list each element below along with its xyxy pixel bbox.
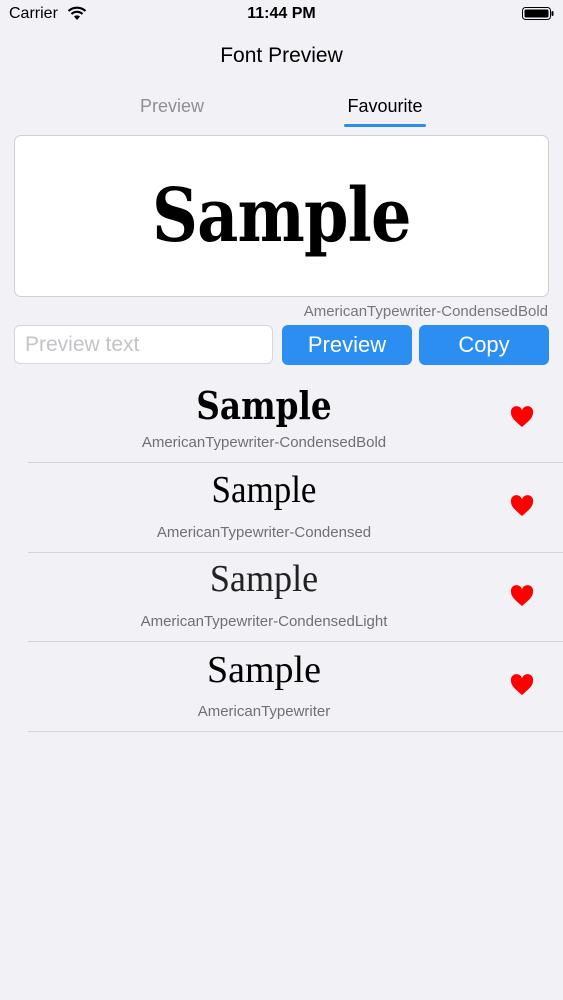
preview-font-name: AmericanTypewriter-CondensedBold	[303, 303, 548, 320]
list-item[interactable]: Sample AmericanTypewriter-Condensed	[28, 463, 563, 553]
list-item[interactable]: Sample AmericanTypewriter-CondensedBold	[28, 373, 563, 463]
battery-icon	[522, 7, 554, 20]
clock: 11:44 PM	[247, 5, 316, 22]
font-name: AmericanTypewriter-CondensedBold	[141, 434, 387, 451]
copy-button[interactable]: Copy	[419, 325, 549, 365]
font-name: AmericanTypewriter	[197, 703, 331, 720]
preview-text-input[interactable]: Preview text	[14, 325, 273, 364]
heart-icon[interactable]	[510, 585, 534, 607]
font-name: AmericanTypewriter-Condensed	[156, 524, 372, 541]
tab-active-indicator	[344, 124, 426, 127]
tab-favourite[interactable]: Favourite	[305, 96, 465, 117]
font-sample: Sample	[196, 383, 332, 428]
list-item[interactable]: Sample AmericanTypewriter	[28, 642, 563, 732]
heart-icon[interactable]	[510, 406, 534, 428]
heart-icon[interactable]	[510, 674, 534, 696]
preview-sample-text: Sample	[152, 173, 411, 259]
page-title: Font Preview	[220, 44, 343, 67]
font-sample: Sample	[209, 558, 319, 600]
font-sample: Sample	[211, 469, 317, 511]
font-name: AmericanTypewriter-CondensedLight	[140, 613, 388, 630]
status-bar: Carrier 11:44 PM	[0, 0, 563, 30]
list-item[interactable]: Sample AmericanTypewriter-CondensedLight	[28, 552, 563, 642]
preview-box: Sample	[14, 135, 549, 297]
heart-icon[interactable]	[510, 495, 534, 517]
preview-button[interactable]: Preview	[282, 325, 412, 365]
tab-preview[interactable]: Preview	[92, 96, 252, 117]
font-sample: Sample	[207, 649, 321, 691]
